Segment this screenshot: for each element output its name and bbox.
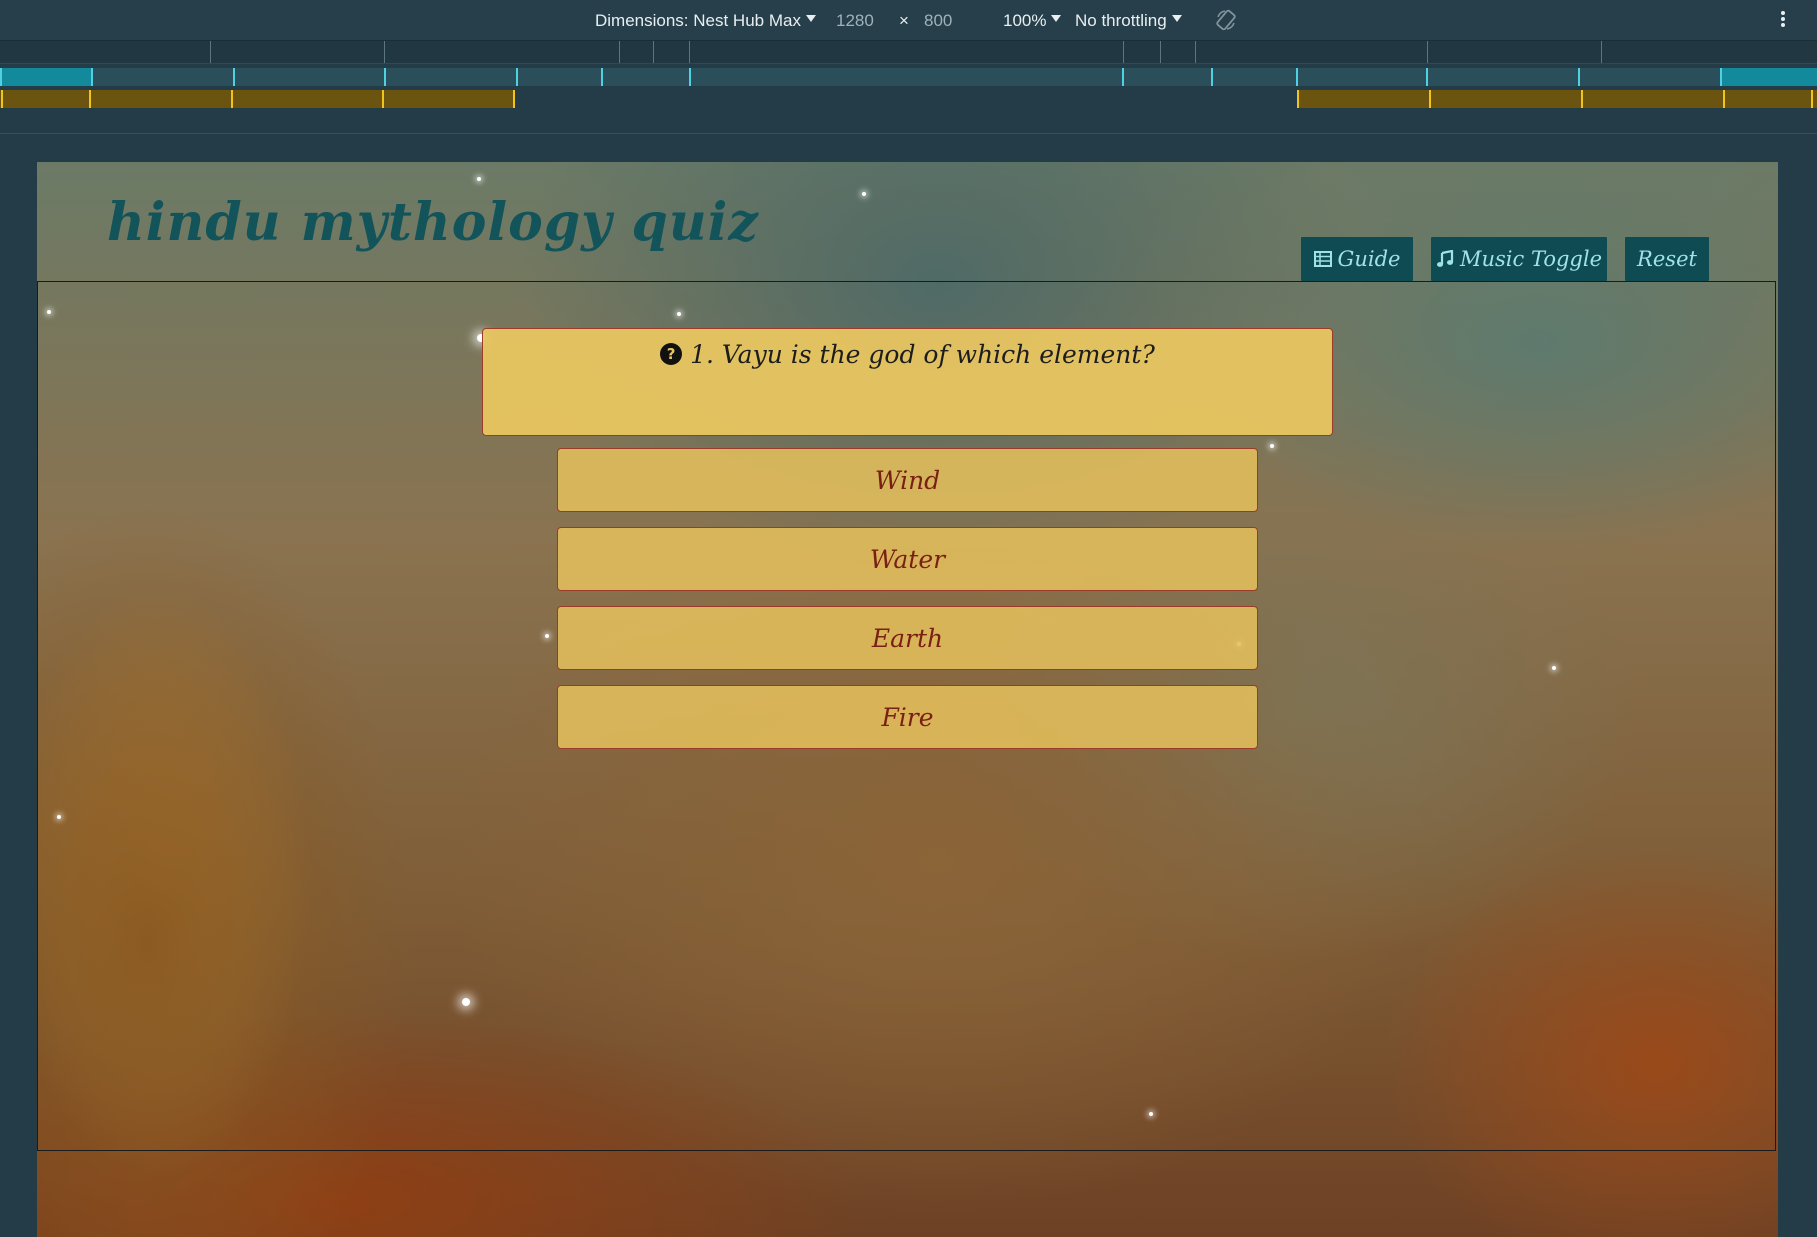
question-card: ? 1. Vayu is the god of which element? — [482, 328, 1333, 436]
reset-button[interactable]: Reset — [1625, 237, 1709, 281]
throttling-dropdown[interactable]: No throttling — [1075, 11, 1182, 31]
chevron-down-icon — [805, 15, 816, 22]
media-query-bar-max-width[interactable] — [0, 68, 1817, 86]
question-circle-icon: ? — [660, 343, 683, 365]
reset-label: Reset — [1637, 247, 1697, 271]
star — [862, 192, 866, 196]
kebab-menu-icon[interactable] — [1779, 9, 1787, 31]
zoom-dropdown[interactable]: 100% — [1003, 11, 1062, 31]
music-toggle-label: Music Toggle — [1459, 247, 1602, 271]
chevron-down-icon — [1051, 15, 1062, 22]
rotate-icon[interactable] — [1215, 9, 1237, 31]
height-input[interactable]: 800 — [924, 11, 952, 31]
dimensions-dropdown[interactable]: Dimensions: Nest Hub Max — [595, 11, 816, 31]
answer-option-3[interactable]: Earth — [557, 606, 1258, 670]
media-query-bar-min-width[interactable] — [0, 90, 1817, 108]
site-title: hindu mythology quiz — [107, 192, 759, 253]
width-input[interactable]: 1280 — [836, 11, 874, 31]
times-symbol: × — [899, 11, 909, 30]
guide-button[interactable]: Guide — [1301, 237, 1413, 281]
guide-label: Guide — [1337, 247, 1401, 271]
star — [477, 177, 481, 181]
throttling-label: No throttling — [1075, 11, 1167, 30]
question-text: 1. Vayu is the god of which element? — [690, 339, 1155, 369]
divider — [0, 133, 1817, 134]
table-icon — [1313, 251, 1332, 267]
music-toggle-button[interactable]: Music Toggle — [1431, 237, 1607, 281]
zoom-label: 100% — [1003, 11, 1047, 30]
ruler — [0, 41, 1817, 64]
answer-option-4[interactable]: Fire — [557, 685, 1258, 749]
dimensions-label: Dimensions: Nest Hub Max — [595, 11, 801, 30]
device-toolbar: Dimensions: Nest Hub Max 1280 × 800 100%… — [0, 0, 1817, 41]
page-viewport: hindu mythology quiz Guide Music Toggle … — [37, 162, 1778, 1237]
music-note-icon — [1436, 250, 1454, 267]
answer-option-2[interactable]: Water — [557, 527, 1258, 591]
chevron-down-icon — [1171, 15, 1182, 22]
answer-option-1[interactable]: Wind — [557, 448, 1258, 512]
